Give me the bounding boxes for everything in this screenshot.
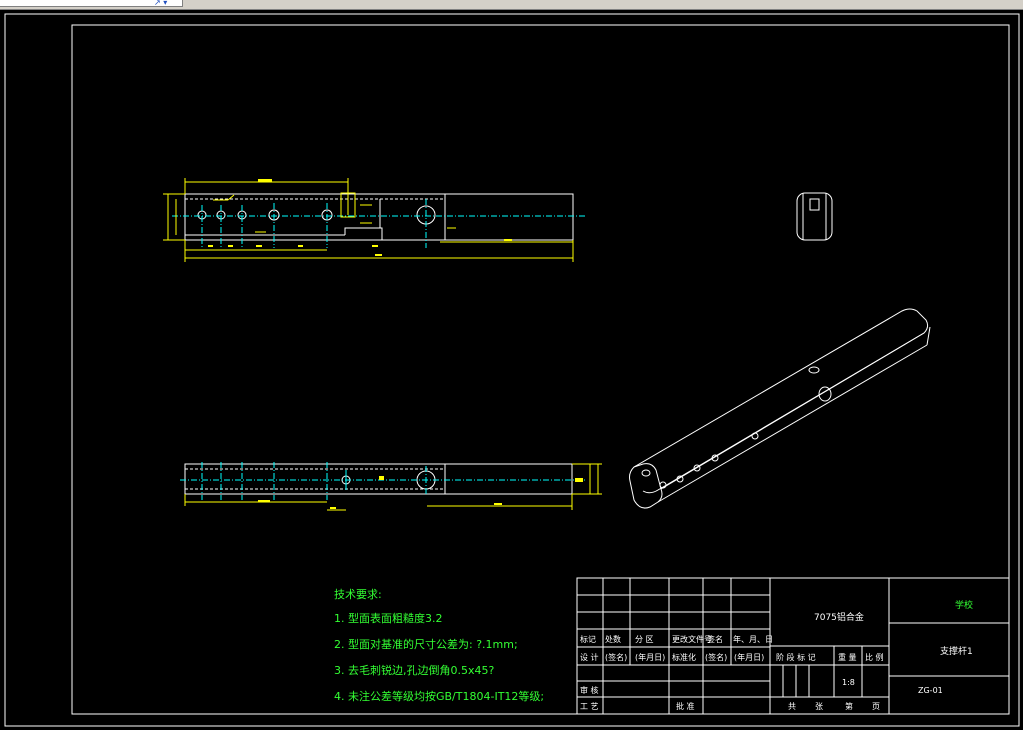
tb-sign1: (签名) xyxy=(605,653,628,662)
tech-req-item-2: 2. 型面对基准的尺寸公差为: ?.1mm; xyxy=(334,638,518,651)
tb-weight: 重 量 xyxy=(838,653,857,662)
scale-value: 1:8 xyxy=(842,678,855,687)
tb-signature: 签名 xyxy=(707,635,723,644)
tb-ratio: 比 例 xyxy=(865,653,884,662)
school-label: 学校 xyxy=(955,601,974,611)
top-view-body xyxy=(184,463,573,495)
drawing-number-label: ZG-01 xyxy=(918,686,943,695)
isometric-view xyxy=(629,308,931,509)
tb-date2: (年月日) xyxy=(734,653,765,662)
tb-change-doc: 更改文件号 xyxy=(672,635,712,644)
part-name-label: 支撑杆1 xyxy=(940,647,973,657)
tb-total: 共 xyxy=(788,702,796,711)
end-view xyxy=(796,192,833,241)
technical-requirements: 技术要求: 1. 型面表面粗糙度3.2 2. 型面对基准的尺寸公差为: ?.1m… xyxy=(334,586,574,714)
tech-req-item-4: 4. 未注公差等级均按GB/T1804-IT12等级; xyxy=(334,690,545,703)
tech-req-title: 技术要求: xyxy=(334,588,382,601)
front-view-centerlines xyxy=(172,199,585,248)
tb-date1: (年月日) xyxy=(635,653,666,662)
tb-count: 处数 xyxy=(605,635,621,644)
tb-standardize: 标准化 xyxy=(672,653,696,662)
top-view-dimensions xyxy=(184,463,602,511)
top-view xyxy=(184,463,573,495)
front-view-body xyxy=(184,193,574,241)
tb-stage-mark: 阶 段 标 记 xyxy=(776,653,816,662)
tb-approve: 批 准 xyxy=(676,702,695,711)
front-view xyxy=(184,193,574,241)
tb-review: 审 核 xyxy=(580,686,599,695)
tb-zone: 分 区 xyxy=(635,635,654,644)
tech-req-item-3: 3. 去毛刺锐边,孔边倒角0.5x45? xyxy=(334,664,495,677)
tb-mark: 标记 xyxy=(580,635,596,644)
tb-date: 年、月、日 xyxy=(733,635,773,644)
tb-process: 工 艺 xyxy=(580,702,599,711)
tech-req-item-1: 1. 型面表面粗糙度3.2 xyxy=(334,612,443,625)
front-view-dimensions xyxy=(163,178,574,262)
tb-page: 页 xyxy=(872,702,880,711)
tb-sheets: 张 xyxy=(815,702,823,711)
tb-design: 设 计 xyxy=(580,653,599,662)
tb-page-no: 第 xyxy=(845,702,853,711)
tb-sign2: (签名) xyxy=(705,653,728,662)
material-label: 7075铝合金 xyxy=(814,613,864,623)
